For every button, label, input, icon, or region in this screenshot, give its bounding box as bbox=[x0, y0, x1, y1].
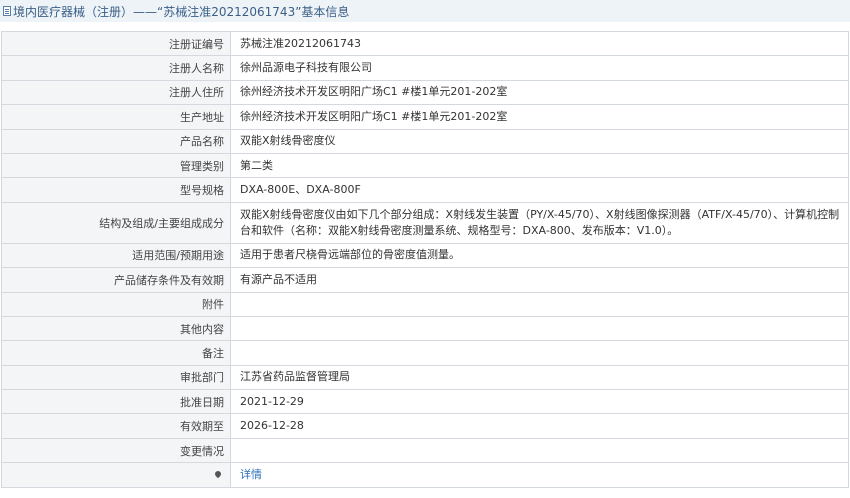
row-label: 生产地址 bbox=[1, 104, 231, 130]
row-value: 江苏省药品监督管理局 bbox=[230, 364, 849, 391]
row-value: 详情 bbox=[230, 462, 849, 488]
map-pin-icon bbox=[213, 470, 223, 479]
row-label: 注册人住所 bbox=[1, 79, 231, 106]
table-row: 有效期至 2026-12-28 bbox=[1, 413, 849, 439]
row-label: 批准日期 bbox=[1, 389, 231, 415]
row-value: DXA-800E、DXA-800F bbox=[230, 177, 849, 203]
row-label: 附件 bbox=[1, 291, 231, 317]
table-row: 型号规格 DXA-800E、DXA-800F bbox=[1, 177, 849, 203]
table-row: 其他内容 bbox=[1, 315, 849, 342]
row-value: 2026-12-28 bbox=[230, 413, 849, 439]
row-label: 备注 bbox=[1, 340, 231, 366]
document-icon bbox=[3, 6, 11, 16]
row-label: 产品名称 bbox=[1, 128, 231, 154]
table-row: 生产地址 徐州经济技术开发区明阳广场C1 #楼1单元201-202室 bbox=[1, 104, 849, 130]
row-label: 审批部门 bbox=[1, 364, 231, 391]
table-row: 产品储存条件及有效期 有源产品不适用 bbox=[1, 267, 849, 293]
table-row: 适用范围/预期用途 适用于患者尺桡骨远端部位的骨密度值测量。 bbox=[1, 242, 849, 269]
row-value: 第二类 bbox=[230, 152, 849, 179]
table-row: 变更情况 bbox=[1, 437, 849, 464]
row-value: 适用于患者尺桡骨远端部位的骨密度值测量。 bbox=[230, 242, 849, 269]
table-row: 注册人住所 徐州经济技术开发区明阳广场C1 #楼1单元201-202室 bbox=[1, 79, 849, 106]
title-bar: 境内医疗器械（注册）——“苏械注准20212061743”基本信息 bbox=[0, 0, 850, 22]
row-value: 双能X射线骨密度仪由如下几个部分组成：X射线发生装置（PY/X-45/70）、X… bbox=[230, 201, 849, 244]
row-value: 2021-12-29 bbox=[230, 389, 849, 415]
row-label: 变更情况 bbox=[1, 437, 231, 464]
row-label: 管理类别 bbox=[1, 152, 231, 179]
table-row-detail: 详情 bbox=[1, 462, 849, 488]
detail-link[interactable]: 详情 bbox=[240, 468, 262, 481]
row-label: 结构及组成/主要组成成分 bbox=[1, 201, 231, 244]
row-label: 其他内容 bbox=[1, 315, 231, 342]
page-title: 境内医疗器械（注册）——“苏械注准20212061743”基本信息 bbox=[13, 4, 350, 19]
row-label: 注册证编号 bbox=[1, 30, 231, 57]
table-row: 备注 bbox=[1, 340, 849, 366]
row-label: 注册人名称 bbox=[1, 55, 231, 81]
row-label: 型号规格 bbox=[1, 177, 231, 203]
page: 境内医疗器械（注册）——“苏械注准20212061743”基本信息 注册证编号 … bbox=[0, 0, 850, 498]
row-value: 徐州品源电子科技有限公司 bbox=[230, 55, 849, 81]
row-value bbox=[230, 315, 849, 342]
table-row: 批准日期 2021-12-29 bbox=[1, 389, 849, 415]
info-table: 注册证编号 苏械注准20212061743 注册人名称 徐州品源电子科技有限公司… bbox=[1, 30, 849, 488]
table-row: 附件 bbox=[1, 291, 849, 317]
row-value: 有源产品不适用 bbox=[230, 267, 849, 293]
table-row: 注册证编号 苏械注准20212061743 bbox=[1, 30, 849, 57]
row-value: 徐州经济技术开发区明阳广场C1 #楼1单元201-202室 bbox=[230, 104, 849, 130]
row-value bbox=[230, 291, 849, 317]
table-row: 注册人名称 徐州品源电子科技有限公司 bbox=[1, 55, 849, 81]
table-row: 结构及组成/主要组成成分 双能X射线骨密度仪由如下几个部分组成：X射线发生装置（… bbox=[1, 201, 849, 244]
table-row: 审批部门 江苏省药品监督管理局 bbox=[1, 364, 849, 391]
table-row: 管理类别 第二类 bbox=[1, 152, 849, 179]
table-row: 产品名称 双能X射线骨密度仪 bbox=[1, 128, 849, 154]
row-label bbox=[1, 462, 231, 488]
row-value: 苏械注准20212061743 bbox=[230, 30, 849, 57]
row-value: 双能X射线骨密度仪 bbox=[230, 128, 849, 154]
row-value bbox=[230, 340, 849, 366]
row-label: 产品储存条件及有效期 bbox=[1, 267, 231, 293]
row-label: 有效期至 bbox=[1, 413, 231, 439]
row-value bbox=[230, 437, 849, 464]
row-value: 徐州经济技术开发区明阳广场C1 #楼1单元201-202室 bbox=[230, 79, 849, 106]
row-label: 适用范围/预期用途 bbox=[1, 242, 231, 269]
